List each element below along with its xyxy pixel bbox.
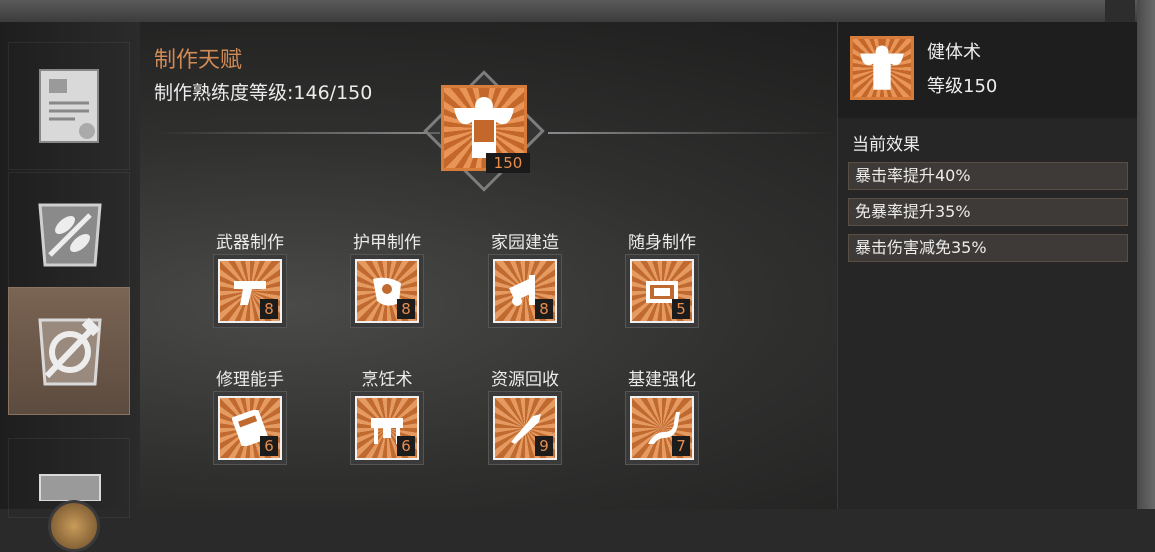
top-bar-tab	[1105, 0, 1135, 22]
map-icon	[39, 474, 101, 501]
skill-weapon-crafting[interactable]: 武器制作 8	[185, 228, 315, 328]
top-bar	[0, 0, 1155, 22]
featured-talent[interactable]: 150	[423, 70, 547, 194]
effect-item: 暴击率提升40%	[848, 162, 1128, 190]
proficiency-level: 制作熟练度等级:146/150	[154, 82, 373, 104]
panel-title: 制作天赋	[154, 48, 243, 73]
skill-tile[interactable]: 8	[488, 254, 562, 328]
skill-name: 修理能手	[216, 370, 284, 390]
skill-name: 护甲制作	[353, 233, 421, 253]
skill-level: 9	[535, 436, 553, 456]
skill-level: 8	[260, 299, 278, 319]
skill-tile[interactable]: 6	[213, 391, 287, 465]
skill-infrastructure-boost[interactable]: 基建强化 7	[597, 365, 727, 465]
skill-name: 随身制作	[628, 233, 696, 253]
skill-level: 6	[260, 436, 278, 456]
skill-name: 资源回收	[491, 370, 559, 390]
sun-icon[interactable]	[48, 500, 100, 552]
skill-name: 家园建造	[491, 233, 559, 253]
certificate-icon	[39, 69, 99, 143]
selected-bodybuilder-icon	[850, 36, 914, 100]
category-rail	[0, 22, 140, 552]
rail-item-certificate[interactable]	[8, 42, 130, 170]
talent-panel: 制作天赋 制作熟练度等级:146/150 150 武器制作 8 护甲制作 8 家…	[140, 22, 837, 509]
effect-item: 暴击伤害减免35%	[848, 234, 1128, 262]
skill-level: 8	[397, 299, 415, 319]
featured-level: 150	[486, 153, 530, 173]
rail-item-plant[interactable]	[8, 172, 130, 300]
rail-item-crafting[interactable]	[8, 287, 130, 415]
skill-level: 7	[672, 436, 690, 456]
skill-tile[interactable]: 5	[625, 254, 699, 328]
effect-item: 免暴率提升35%	[848, 198, 1128, 226]
skill-tile[interactable]: 8	[350, 254, 424, 328]
plant-badge-icon	[38, 203, 102, 267]
skill-level: 5	[672, 299, 690, 319]
skill-tile[interactable]: 6	[350, 391, 424, 465]
skill-armor-crafting[interactable]: 护甲制作 8	[322, 228, 452, 328]
skill-home-building[interactable]: 家园建造 8	[460, 228, 590, 328]
skill-tile[interactable]: 8	[213, 254, 287, 328]
skill-level: 6	[397, 436, 415, 456]
divider-right	[548, 132, 833, 134]
window-edge	[1137, 0, 1155, 509]
game-window: 制作天赋 制作熟练度等级:146/150 150 武器制作 8 护甲制作 8 家…	[0, 0, 1155, 552]
effects-title: 当前效果	[852, 135, 920, 155]
skill-name: 基建强化	[628, 370, 696, 390]
gear-hammer-icon	[38, 317, 102, 386]
talent-detail-panel: 健体术 等级150 当前效果 暴击率提升40% 免暴率提升35% 暴击伤害减免3…	[837, 22, 1138, 509]
divider-left	[155, 132, 440, 134]
skill-cooking[interactable]: 烹饪术 6	[322, 365, 452, 465]
skill-tile[interactable]: 7	[625, 391, 699, 465]
skill-name: 武器制作	[216, 233, 284, 253]
skill-repair-expert[interactable]: 修理能手 6	[185, 365, 315, 465]
selected-talent-level: 等级150	[927, 76, 998, 97]
skill-name: 烹饪术	[361, 370, 413, 390]
skill-tile[interactable]: 9	[488, 391, 562, 465]
skill-portable-crafting[interactable]: 随身制作 5	[597, 228, 727, 328]
skill-level: 8	[535, 299, 553, 319]
selected-talent-name: 健体术	[927, 42, 981, 63]
skill-resource-recycling[interactable]: 资源回收 9	[460, 365, 590, 465]
